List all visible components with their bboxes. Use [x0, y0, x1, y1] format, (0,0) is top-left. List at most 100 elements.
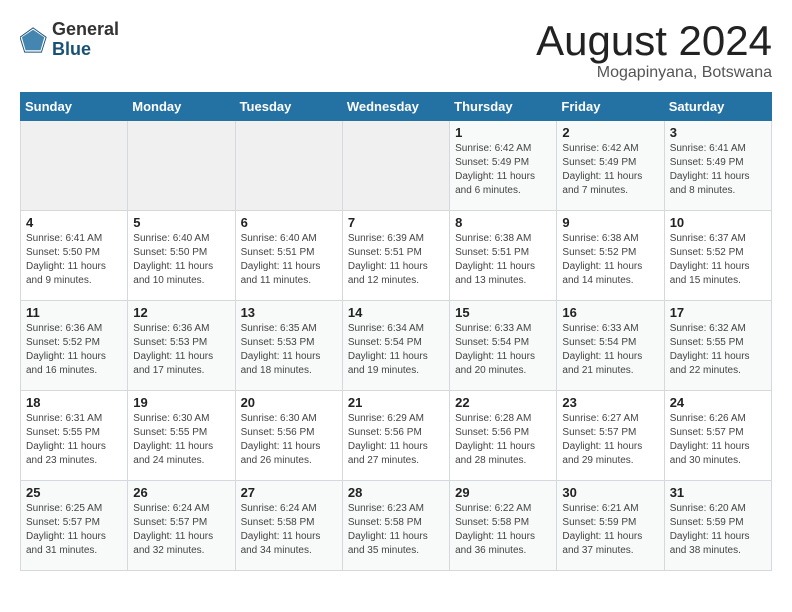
day-number: 20: [241, 395, 337, 410]
day-number: 2: [562, 125, 658, 140]
day-number: 11: [26, 305, 122, 320]
calendar-cell: 7 Sunrise: 6:39 AM Sunset: 5:51 PM Daylig…: [342, 211, 449, 301]
calendar-cell: 15Sunrise: 6:33 AM Sunset: 5:54 PM Dayli…: [450, 301, 557, 391]
calendar-cell: 1 Sunrise: 6:42 AM Sunset: 5:49 PM Daylig…: [450, 121, 557, 211]
header-sunday: Sunday: [21, 93, 128, 121]
calendar-cell: [342, 121, 449, 211]
day-info: Sunrise: 6:41 AM Sunset: 5:49 PM Dayligh…: [670, 142, 766, 198]
day-info: Sunrise: 6:32 AM Sunset: 5:55 PM Dayligh…: [670, 322, 766, 378]
day-info: Sunrise: 6:34 AM Sunset: 5:54 PM Dayligh…: [348, 322, 444, 378]
day-info: Sunrise: 6:25 AM Sunset: 5:57 PM Dayligh…: [26, 502, 122, 558]
day-info: Sunrise: 6:42 AM Sunset: 5:49 PM Dayligh…: [562, 142, 658, 198]
day-info: Sunrise: 6:36 AM Sunset: 5:52 PM Dayligh…: [26, 322, 122, 378]
calendar-cell: 25 Sunrise: 6:25 AM Sunset: 5:57 PM Dayli…: [21, 481, 128, 571]
day-number: 10: [670, 215, 766, 230]
day-info: Sunrise: 6:24 AM Sunset: 5:57 PM Dayligh…: [133, 502, 229, 558]
calendar-cell: 14 Sunrise: 6:34 AM Sunset: 5:54 PM Dayli…: [342, 301, 449, 391]
day-info: Sunrise: 6:30 AM Sunset: 5:56 PM Dayligh…: [241, 412, 337, 468]
calendar-cell: 8Sunrise: 6:38 AM Sunset: 5:51 PM Daylig…: [450, 211, 557, 301]
day-number: 12: [133, 305, 229, 320]
calendar-cell: 28 Sunrise: 6:23 AM Sunset: 5:58 PM Dayli…: [342, 481, 449, 571]
calendar-cell: 18 Sunrise: 6:31 AM Sunset: 5:55 PM Dayli…: [21, 391, 128, 481]
calendar-cell: 23 Sunrise: 6:27 AM Sunset: 5:57 PM Dayli…: [557, 391, 664, 481]
calendar-cell: 21 Sunrise: 6:29 AM Sunset: 5:56 PM Dayli…: [342, 391, 449, 481]
day-number: 8: [455, 215, 551, 230]
day-number: 14: [348, 305, 444, 320]
page-header: General Blue August 2024 Mogapinyana, Bo…: [20, 20, 772, 82]
day-info: Sunrise: 6:31 AM Sunset: 5:55 PM Dayligh…: [26, 412, 122, 468]
calendar-week-2: 4 Sunrise: 6:41 AM Sunset: 5:50 PM Daylig…: [21, 211, 772, 301]
calendar-body: 1 Sunrise: 6:42 AM Sunset: 5:49 PM Daylig…: [21, 121, 772, 571]
day-number: 24: [670, 395, 766, 410]
calendar-cell: [235, 121, 342, 211]
day-number: 23: [562, 395, 658, 410]
day-number: 29: [455, 485, 551, 500]
day-number: 1: [455, 125, 551, 140]
month-title: August 2024: [536, 20, 772, 62]
day-number: 13: [241, 305, 337, 320]
day-info: Sunrise: 6:33 AM Sunset: 5:54 PM Dayligh…: [562, 322, 658, 378]
day-info: Sunrise: 6:27 AM Sunset: 5:57 PM Dayligh…: [562, 412, 658, 468]
calendar-cell: [21, 121, 128, 211]
day-info: Sunrise: 6:40 AM Sunset: 5:50 PM Dayligh…: [133, 232, 229, 288]
day-info: Sunrise: 6:29 AM Sunset: 5:56 PM Dayligh…: [348, 412, 444, 468]
day-info: Sunrise: 6:39 AM Sunset: 5:51 PM Dayligh…: [348, 232, 444, 288]
day-info: Sunrise: 6:40 AM Sunset: 5:51 PM Dayligh…: [241, 232, 337, 288]
calendar-cell: 17 Sunrise: 6:32 AM Sunset: 5:55 PM Dayli…: [664, 301, 771, 391]
day-info: Sunrise: 6:35 AM Sunset: 5:53 PM Dayligh…: [241, 322, 337, 378]
day-number: 26: [133, 485, 229, 500]
day-number: 6: [241, 215, 337, 230]
calendar-header: SundayMondayTuesdayWednesdayThursdayFrid…: [21, 93, 772, 121]
day-info: Sunrise: 6:22 AM Sunset: 5:58 PM Dayligh…: [455, 502, 551, 558]
day-info: Sunrise: 6:28 AM Sunset: 5:56 PM Dayligh…: [455, 412, 551, 468]
day-info: Sunrise: 6:33 AM Sunset: 5:54 PM Dayligh…: [455, 322, 551, 378]
day-info: Sunrise: 6:23 AM Sunset: 5:58 PM Dayligh…: [348, 502, 444, 558]
header-saturday: Saturday: [664, 93, 771, 121]
calendar-cell: 26 Sunrise: 6:24 AM Sunset: 5:57 PM Dayli…: [128, 481, 235, 571]
day-info: Sunrise: 6:42 AM Sunset: 5:49 PM Dayligh…: [455, 142, 551, 198]
day-number: 17: [670, 305, 766, 320]
day-number: 30: [562, 485, 658, 500]
day-info: Sunrise: 6:41 AM Sunset: 5:50 PM Dayligh…: [26, 232, 122, 288]
day-info: Sunrise: 6:26 AM Sunset: 5:57 PM Dayligh…: [670, 412, 766, 468]
day-number: 18: [26, 395, 122, 410]
calendar-cell: 27Sunrise: 6:24 AM Sunset: 5:58 PM Dayli…: [235, 481, 342, 571]
calendar-cell: 9 Sunrise: 6:38 AM Sunset: 5:52 PM Daylig…: [557, 211, 664, 301]
day-number: 7: [348, 215, 444, 230]
calendar-week-1: 1 Sunrise: 6:42 AM Sunset: 5:49 PM Daylig…: [21, 121, 772, 211]
day-info: Sunrise: 6:38 AM Sunset: 5:52 PM Dayligh…: [562, 232, 658, 288]
day-number: 9: [562, 215, 658, 230]
calendar-cell: [128, 121, 235, 211]
calendar-cell: 12 Sunrise: 6:36 AM Sunset: 5:53 PM Dayli…: [128, 301, 235, 391]
day-info: Sunrise: 6:20 AM Sunset: 5:59 PM Dayligh…: [670, 502, 766, 558]
calendar-cell: 24 Sunrise: 6:26 AM Sunset: 5:57 PM Dayli…: [664, 391, 771, 481]
location: Mogapinyana, Botswana: [536, 64, 772, 82]
day-info: Sunrise: 6:37 AM Sunset: 5:52 PM Dayligh…: [670, 232, 766, 288]
header-friday: Friday: [557, 93, 664, 121]
day-info: Sunrise: 6:21 AM Sunset: 5:59 PM Dayligh…: [562, 502, 658, 558]
day-number: 21: [348, 395, 444, 410]
calendar-week-5: 25 Sunrise: 6:25 AM Sunset: 5:57 PM Dayli…: [21, 481, 772, 571]
day-info: Sunrise: 6:30 AM Sunset: 5:55 PM Dayligh…: [133, 412, 229, 468]
calendar-cell: 4 Sunrise: 6:41 AM Sunset: 5:50 PM Daylig…: [21, 211, 128, 301]
calendar-cell: 31 Sunrise: 6:20 AM Sunset: 5:59 PM Dayli…: [664, 481, 771, 571]
day-number: 31: [670, 485, 766, 500]
calendar-cell: 29 Sunrise: 6:22 AM Sunset: 5:58 PM Dayli…: [450, 481, 557, 571]
day-number: 16: [562, 305, 658, 320]
logo-icon: [20, 26, 48, 54]
logo: General Blue: [20, 20, 119, 60]
calendar-cell: 22Sunrise: 6:28 AM Sunset: 5:56 PM Dayli…: [450, 391, 557, 481]
day-info: Sunrise: 6:36 AM Sunset: 5:53 PM Dayligh…: [133, 322, 229, 378]
day-number: 25: [26, 485, 122, 500]
calendar-table: SundayMondayTuesdayWednesdayThursdayFrid…: [20, 92, 772, 571]
header-row: SundayMondayTuesdayWednesdayThursdayFrid…: [21, 93, 772, 121]
logo-blue-text: Blue: [52, 40, 119, 60]
day-number: 28: [348, 485, 444, 500]
title-area: August 2024 Mogapinyana, Botswana: [536, 20, 772, 82]
header-monday: Monday: [128, 93, 235, 121]
calendar-cell: 16 Sunrise: 6:33 AM Sunset: 5:54 PM Dayli…: [557, 301, 664, 391]
header-thursday: Thursday: [450, 93, 557, 121]
day-number: 4: [26, 215, 122, 230]
day-number: 27: [241, 485, 337, 500]
calendar-cell: 6 Sunrise: 6:40 AM Sunset: 5:51 PM Daylig…: [235, 211, 342, 301]
